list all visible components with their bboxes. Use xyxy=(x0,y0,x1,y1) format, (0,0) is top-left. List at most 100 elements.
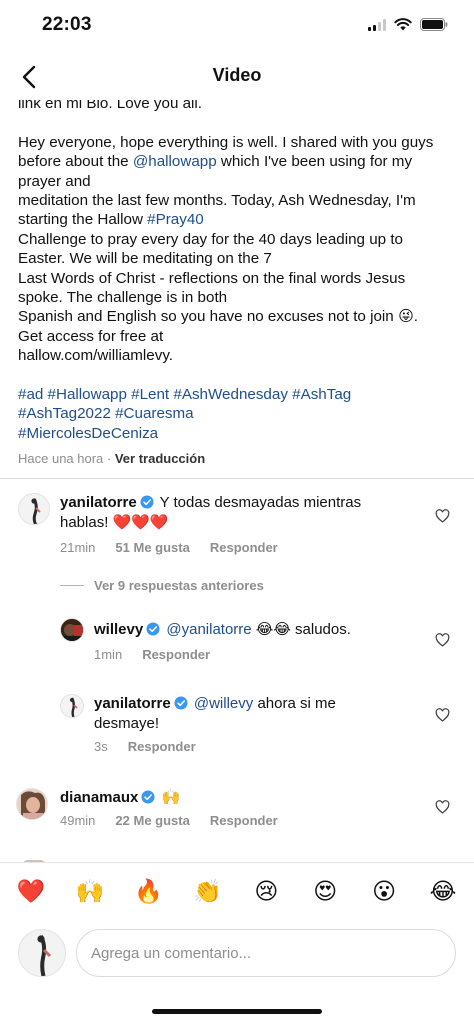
caption-hashtags[interactable]: #MiercolesDeCeniza xyxy=(18,425,158,442)
verified-badge-icon xyxy=(174,696,188,710)
caption-line: Spanish and English so you have no excus… xyxy=(18,307,460,326)
reply-button[interactable]: Responder xyxy=(142,647,210,662)
comment-time: 49min xyxy=(60,813,96,828)
emoji-crying-face-button[interactable]: 😢 xyxy=(251,877,281,907)
emoji-clapping-hands-button[interactable]: 👏 xyxy=(193,877,223,907)
comment-text: 🙌 xyxy=(161,789,181,806)
status-time: 22:03 xyxy=(42,14,92,35)
comment-meta: 21min 51 Me gusta Responder xyxy=(60,540,278,555)
comment-text-cont: desmaye! xyxy=(94,714,160,732)
comment-text-cont: hablas! ❤️❤️❤️ xyxy=(60,513,169,531)
avatar[interactable] xyxy=(60,618,84,642)
heart-outline-icon xyxy=(435,633,449,647)
wifi-icon xyxy=(394,18,412,31)
emoji-laughing-face-button[interactable]: 😂 xyxy=(428,877,458,907)
caption-mention[interactable]: @hallowapp xyxy=(133,153,217,170)
caption-line: hallow.com/williamlevy. xyxy=(18,346,460,365)
heart-outline-icon xyxy=(435,509,449,523)
comment-body: dianamaux 🙌 xyxy=(60,788,390,808)
comment-text: Y todas desmayadas mientras xyxy=(159,494,362,511)
caption-line: Last Words of Christ - reflections on th… xyxy=(18,269,460,288)
like-comment-button[interactable] xyxy=(432,506,452,526)
view-previous-replies-button[interactable]: Ver 9 respuestas anteriores xyxy=(60,578,264,593)
caption-line: link en mi Bio. Love you all. xyxy=(18,100,460,113)
caption-text: before about the xyxy=(18,153,133,171)
verified-badge-icon xyxy=(140,495,154,509)
quick-emoji-row: ❤️ 🙌 🔥 👏 😢 😍 😮 😂 xyxy=(16,877,458,907)
comment-composer: ❤️ 🙌 🔥 👏 😢 😍 😮 😂 xyxy=(0,862,474,1024)
caption-text: prayer and xyxy=(18,172,91,190)
cellular-signal-icon xyxy=(368,18,386,31)
caption-text: which I've been using for my xyxy=(216,153,413,171)
like-comment-button[interactable] xyxy=(432,705,452,725)
see-translation-link[interactable]: Ver traducción xyxy=(115,451,205,466)
comment-mention[interactable]: @willevy xyxy=(194,695,253,712)
caption-text: link en mi Bio. Love you all. xyxy=(18,100,203,112)
comment-text: 😂😂 saludos. xyxy=(251,621,351,638)
caption-text: Get access for free at xyxy=(18,327,164,345)
caption-line: spoke. The challenge is in both xyxy=(18,288,460,307)
own-avatar xyxy=(18,929,66,977)
avatar[interactable] xyxy=(16,788,48,820)
caption-text: Hey everyone, hope everything is well. I… xyxy=(18,133,434,151)
comment-username[interactable]: willevy xyxy=(94,621,143,638)
caption-line: prayer and xyxy=(18,172,460,191)
comment-time: 1min xyxy=(94,647,123,662)
reply-button[interactable]: Responder xyxy=(128,739,196,754)
caption-line: before about the @hallowapp which I've b… xyxy=(18,152,460,171)
caption-line: Easter. We will be meditating on the 7 xyxy=(18,249,460,268)
caption-hashtags[interactable]: #Pray40 xyxy=(147,211,204,228)
comment-meta: 1min Responder xyxy=(94,647,210,662)
comment-username[interactable]: yanilatorre xyxy=(94,695,171,712)
reply-button[interactable]: Responder xyxy=(210,540,278,555)
caption-text: Last Words of Christ - reflections on th… xyxy=(18,269,406,287)
caption-line: #ad #Hallowapp #Lent #AshWednesday #AshT… xyxy=(18,385,460,404)
caption-hashtags[interactable]: #AshTag2022 #Cuaresma xyxy=(18,405,194,422)
comments-scroll-area[interactable]: link en mi Bio. Love you all. Hey everyon… xyxy=(0,100,474,862)
reply-button[interactable]: Responder xyxy=(210,813,278,828)
caption-line xyxy=(18,113,460,132)
page-title: Video xyxy=(212,65,262,85)
post-caption: link en mi Bio. Love you all. Hey everyon… xyxy=(18,100,460,443)
verified-badge-icon xyxy=(146,622,160,636)
comment-time: 21min xyxy=(60,540,96,555)
divider xyxy=(60,585,84,586)
comment-body: yanilatorre Y todas desmayadas mientras … xyxy=(60,493,420,532)
emoji-surprised-face-button[interactable]: 😮 xyxy=(369,877,399,907)
header: Video xyxy=(0,52,474,100)
avatar[interactable] xyxy=(60,694,84,718)
caption-line: Get access for free at xyxy=(18,327,460,346)
avatar[interactable] xyxy=(18,493,50,525)
comment-text: ahora si me xyxy=(253,695,336,712)
comment-likes[interactable]: 51 Me gusta xyxy=(115,540,189,555)
caption-line: #AshTag2022 #Cuaresma xyxy=(18,404,460,423)
divider xyxy=(0,478,474,479)
verified-badge-icon xyxy=(141,790,155,804)
caption-line: starting the Hallow #Pray40 xyxy=(18,210,460,229)
caption-text: Spanish and English so you have no excus… xyxy=(18,308,418,326)
caption-line: Hey everyone, hope everything is well. I… xyxy=(18,133,460,152)
comment-username[interactable]: yanilatorre xyxy=(60,494,137,511)
caption-text: hallow.com/williamlevy. xyxy=(18,347,174,365)
comment-username[interactable]: dianamaux xyxy=(60,789,138,806)
comment-input[interactable] xyxy=(76,929,456,977)
caption-text: meditation the last few months. Today, A… xyxy=(18,191,416,209)
status-bar: 22:03 xyxy=(0,0,474,52)
comment-mention[interactable]: @yanilatorre xyxy=(166,621,251,638)
caption-hashtags[interactable]: #ad #Hallowapp #Lent #AshWednesday #AshT… xyxy=(18,386,351,403)
emoji-raised-hands-button[interactable]: 🙌 xyxy=(75,877,105,907)
caption-time: Hace una hora xyxy=(18,451,104,466)
caption-text: starting the Hallow xyxy=(18,211,148,229)
comment-likes[interactable]: 22 Me gusta xyxy=(115,813,189,828)
caption-line: Challenge to pray every day for the 40 d… xyxy=(18,230,460,249)
caption-text: Challenge to pray every day for the 40 d… xyxy=(18,230,403,248)
heart-outline-icon xyxy=(435,800,449,814)
emoji-heart-button[interactable]: ❤️ xyxy=(16,877,46,907)
like-comment-button[interactable] xyxy=(432,797,452,817)
battery-icon xyxy=(420,18,448,31)
emoji-fire-button[interactable]: 🔥 xyxy=(134,877,164,907)
emoji-heart-eyes-button[interactable]: 😍 xyxy=(310,877,340,907)
home-indicator xyxy=(152,1009,322,1014)
caption-text: spoke. The challenge is in both xyxy=(18,288,228,306)
like-comment-button[interactable] xyxy=(432,630,452,650)
